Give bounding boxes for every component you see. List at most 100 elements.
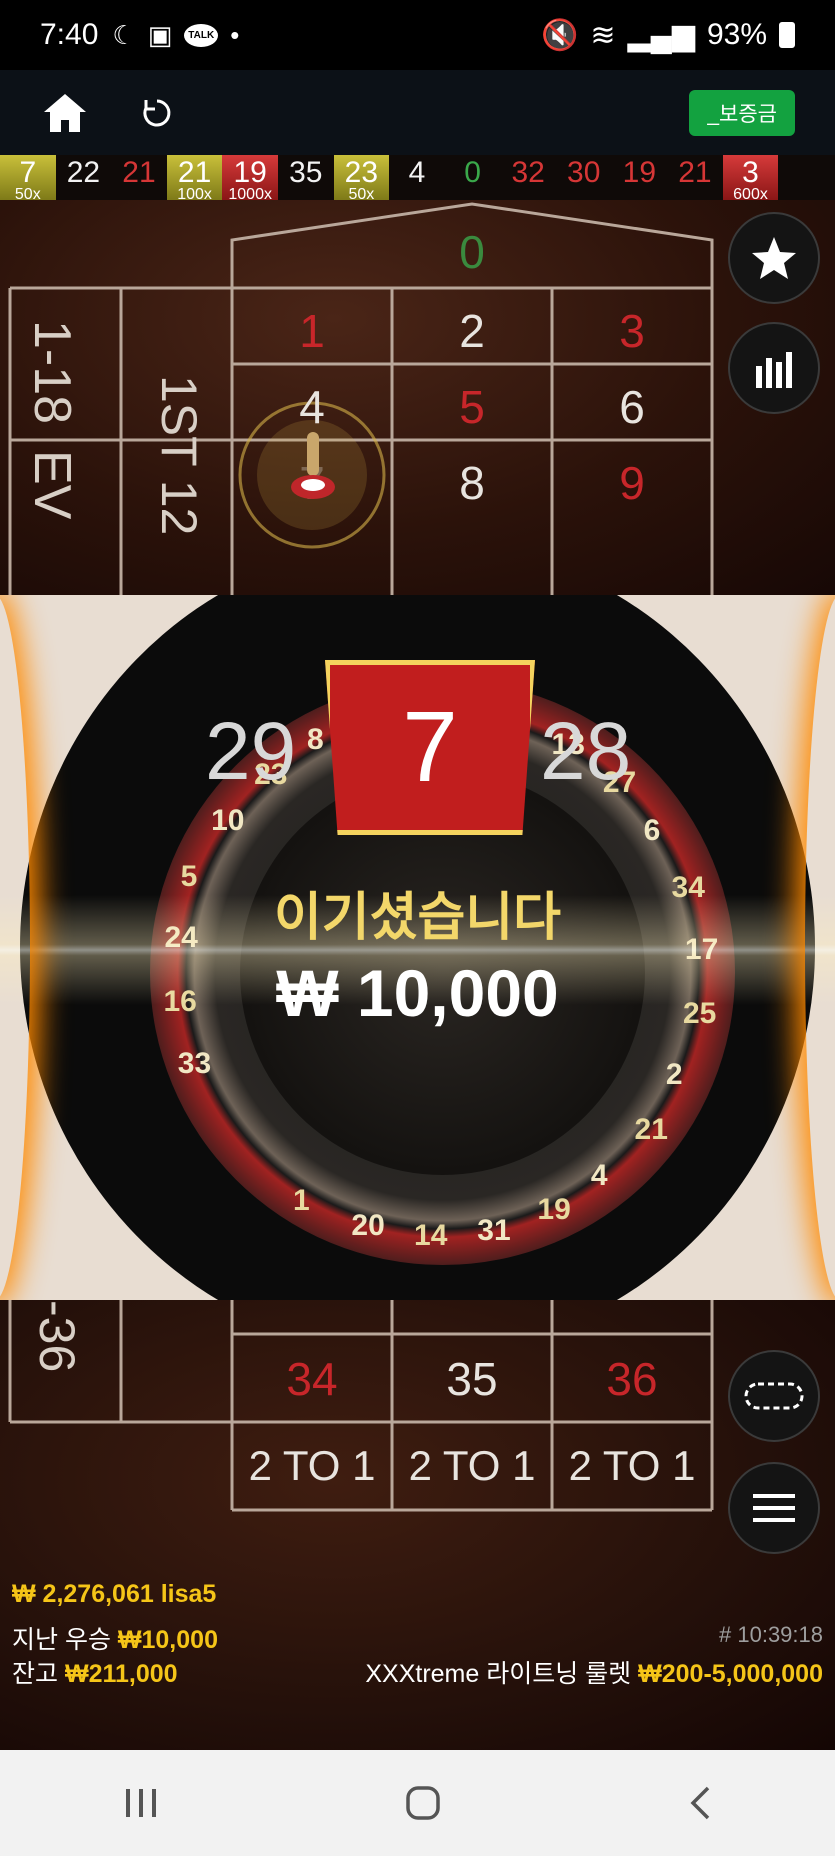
board-number-6[interactable]: 6 — [557, 380, 707, 434]
history-result: 19 1000x — [222, 155, 278, 203]
history-result: 35 — [278, 155, 334, 200]
star-icon — [752, 237, 796, 279]
signal-icon: ▂▄▆ — [627, 18, 695, 52]
wheel-pocket-number: 2 — [665, 1057, 683, 1091]
result-history: 7 50x 22 21 21 100x 19 1000x 35 23 50x 4 0 32 30 19 21 3 6… — [0, 155, 835, 203]
menu-button[interactable] — [728, 1462, 820, 1554]
wifi-icon: ≋ — [590, 18, 616, 52]
kakao-talk-icon: TALK — [184, 23, 219, 47]
home-nav-icon[interactable] — [405, 1785, 441, 1821]
history-number: 19 — [622, 156, 657, 189]
betting-board-bottom: -36 34 35 36 2 TO 1 2 TO 1 2 TO 1 ₩ 2,27… — [0, 1300, 835, 1750]
history-number: 7 — [19, 156, 37, 189]
history-number: 23 — [344, 156, 379, 189]
wheel-pocket-number: 6 — [643, 814, 661, 848]
history-result: 19 — [612, 155, 668, 200]
wheel-pocket-number: 31 — [477, 1213, 511, 1247]
last-win-value: ₩10,000 — [117, 1626, 218, 1654]
winning-number: 7 — [325, 660, 535, 835]
history-number: 21 — [177, 156, 212, 189]
balance-label: 잔고 — [12, 1660, 59, 1688]
last-win-label: 지난 우승 — [12, 1626, 111, 1654]
game-id: # 10:39:18 — [719, 1622, 823, 1647]
history-number: 21 — [678, 156, 712, 189]
win-amount: ₩ 10,000 — [276, 956, 559, 1030]
board-number-34[interactable]: 34 — [237, 1352, 387, 1406]
history-result: 21 — [111, 155, 167, 200]
history-number: 35 — [289, 156, 323, 189]
board-number-2[interactable]: 2 — [397, 304, 547, 358]
win-message: 이기셨습니다 — [273, 889, 562, 947]
refresh-button[interactable] — [132, 88, 182, 138]
wheel-pocket-number: 21 — [634, 1112, 668, 1146]
account-balance-line: ₩ 2,276,061 lisa5 — [12, 1580, 217, 1608]
balance-row: 잔고 ₩211,000 — [12, 1654, 178, 1690]
battery-percent: 93% — [706, 18, 767, 51]
back-icon[interactable] — [688, 1785, 712, 1821]
dot-icon: • — [230, 19, 240, 50]
statistics-button[interactable] — [728, 322, 820, 414]
status-bar: 7:40 ☾ ▣ TALK • 🔇 ≋ ▂▄▆ 93% — [0, 0, 835, 70]
column-bet-3[interactable]: 2 TO 1 — [557, 1442, 707, 1490]
high-bet-label[interactable]: -36 — [28, 1300, 86, 1372]
low-bet-label[interactable]: 1-18 — [22, 320, 82, 424]
history-result: 30 — [556, 155, 612, 200]
history-result: 0 — [445, 155, 501, 200]
wheel-pocket-number: 19 — [537, 1193, 571, 1227]
deposit-button[interactable]: _보증금 — [689, 89, 795, 136]
wheel-pocket-number: 14 — [414, 1218, 448, 1252]
gallery-icon: ▣ — [147, 19, 173, 50]
column-bet-1[interactable]: 2 TO 1 — [237, 1442, 387, 1490]
wheel-pocket-number: 33 — [177, 1046, 212, 1080]
wheel-pocket-number: 20 — [351, 1208, 385, 1242]
column-bet-2[interactable]: 2 TO 1 — [397, 1442, 547, 1490]
right-neighbor-number: 28 — [540, 706, 632, 797]
history-number: 22 — [66, 156, 101, 189]
moon-icon: ☾ — [112, 19, 136, 50]
racetrack-button[interactable] — [728, 1350, 820, 1442]
clock: 7:40 — [40, 18, 99, 51]
history-result: 7 50x — [0, 155, 56, 203]
racetrack-icon — [744, 1382, 804, 1410]
history-number: 21 — [122, 156, 156, 189]
board-number-36[interactable]: 36 — [557, 1352, 707, 1406]
board-number-35[interactable]: 35 — [397, 1352, 547, 1406]
board-number-0[interactable]: 0 — [397, 225, 547, 279]
history-result: 21 100x — [166, 155, 223, 203]
top-toolbar: _보증금 — [0, 70, 835, 155]
history-number: 30 — [567, 156, 601, 189]
history-number: 3 — [742, 156, 759, 189]
favorites-button[interactable] — [728, 212, 820, 304]
board-number-4[interactable]: 4 — [237, 380, 387, 434]
recent-apps-icon[interactable] — [124, 1787, 158, 1819]
table-name: XXXtreme 라이트닝 룰렛 — [365, 1660, 632, 1688]
home-icon — [44, 93, 86, 132]
history-number: 4 — [408, 156, 426, 189]
history-number: 0 — [464, 156, 481, 189]
balance-value: ₩211,000 — [64, 1660, 178, 1688]
winning-wheel-overlay: 3316245102383011361327634172522141931142… — [0, 595, 835, 1300]
wheel-pocket-number: 4 — [590, 1158, 608, 1192]
board-number-8[interactable]: 8 — [397, 456, 547, 510]
board-number-3[interactable]: 3 — [557, 304, 707, 358]
wheel-pocket-number: 10 — [211, 804, 245, 838]
history-result: 23 50x — [333, 155, 390, 203]
wheel-pocket-number: 1 — [293, 1183, 310, 1217]
history-result: 3 600x — [722, 155, 779, 203]
home-button[interactable] — [40, 88, 90, 138]
board-number-1[interactable]: 1 — [237, 304, 387, 358]
wheel-pocket-number: 8 — [307, 722, 324, 756]
last-win-row: 지난 우승 ₩10,000 — [12, 1620, 218, 1656]
bar-chart-icon — [756, 352, 792, 388]
hamburger-icon — [753, 1494, 795, 1522]
board-number-9[interactable]: 9 — [557, 456, 707, 510]
even-bet-label[interactable]: EV — [22, 450, 82, 519]
android-nav-bar — [0, 1750, 835, 1856]
mute-icon: 🔇 — [541, 18, 579, 52]
history-number: 19 — [233, 156, 267, 189]
board-number-5[interactable]: 5 — [397, 380, 547, 434]
first-dozen-label[interactable]: 1ST 12 — [150, 375, 208, 535]
table-limits: ₩200-5,000,000 — [638, 1660, 823, 1688]
history-result: 21 — [667, 155, 723, 200]
betting-board-top: 0 1 2 3 4 5 6 7 8 9 1-18 EV 1ST 12 — [0, 200, 835, 595]
